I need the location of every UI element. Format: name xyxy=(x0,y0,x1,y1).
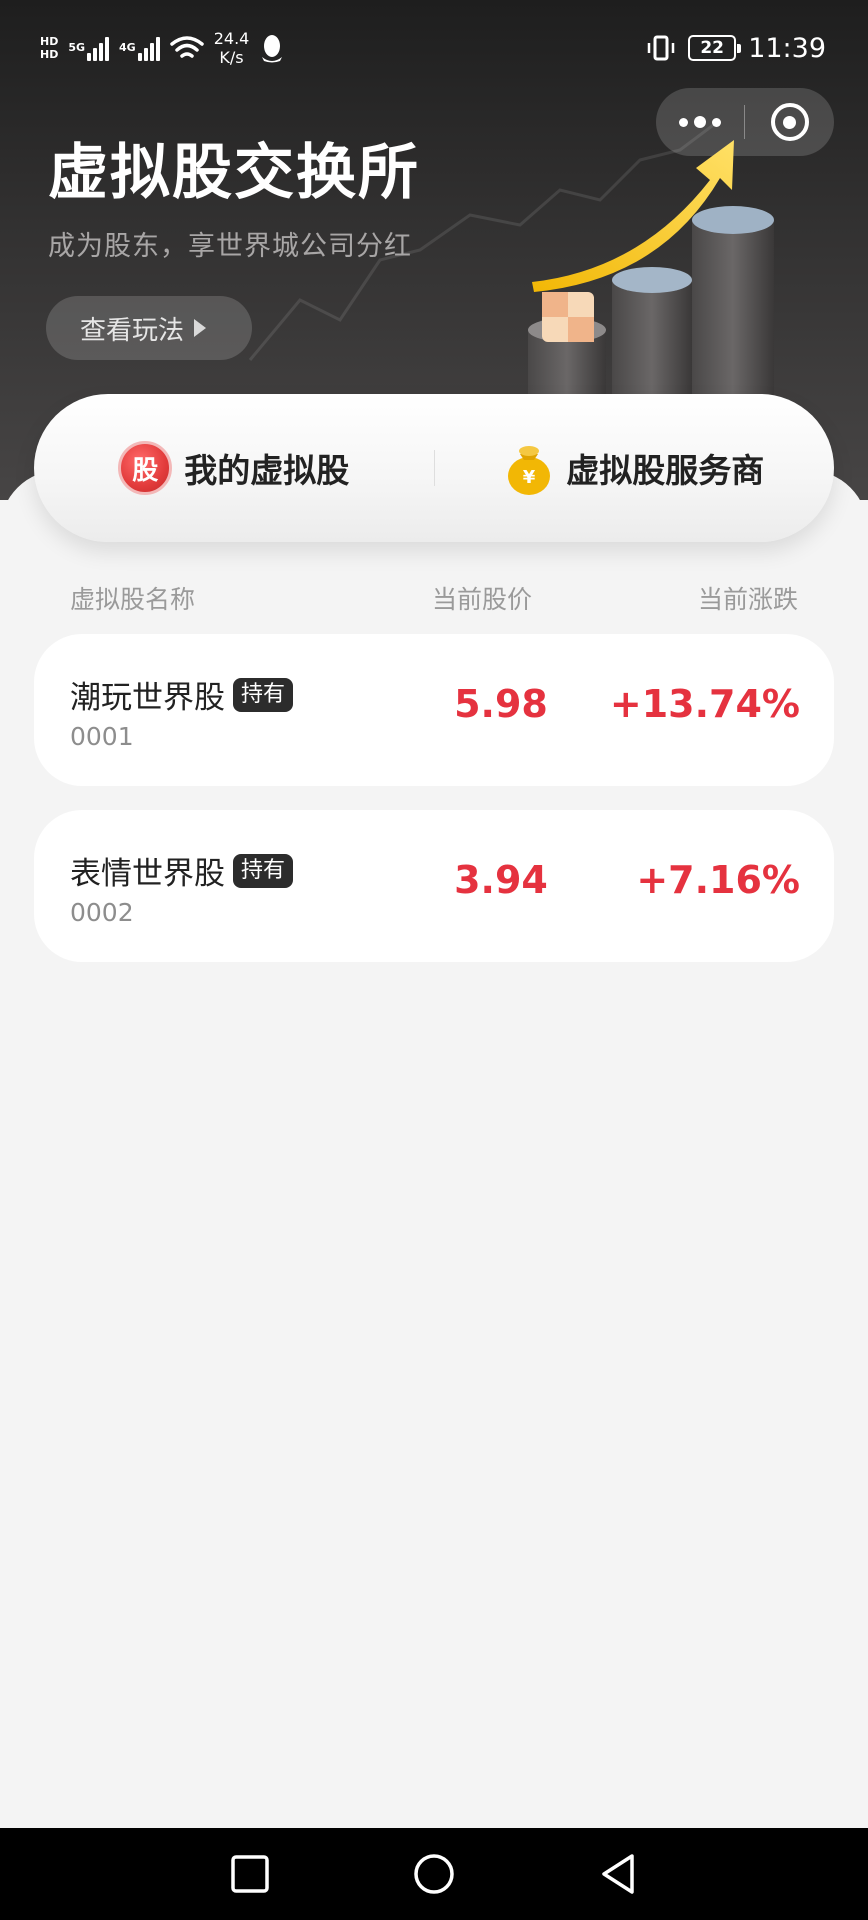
status-bar: HD HD 5G 4G 24.4 K/s 22 11:39 xyxy=(0,0,868,96)
recent-apps-icon[interactable] xyxy=(224,1848,276,1900)
tab-virtual-stock-providers[interactable]: ¥ 虚拟股服务商 xyxy=(435,394,835,542)
stock-row[interactable]: 表情世界股 持有 0002 3.94 +7.16% xyxy=(34,810,834,962)
view-rules-button[interactable]: 查看玩法 xyxy=(46,296,252,360)
column-header-name: 虚拟股名称 xyxy=(70,585,196,614)
stock-code: 0001 xyxy=(70,722,134,751)
svg-text:¥: ¥ xyxy=(523,467,536,488)
vibrate-icon xyxy=(647,35,675,61)
money-bag-icon: ¥ xyxy=(508,446,551,495)
network-speed: 24.4 K/s xyxy=(213,29,250,67)
column-header-price: 当前股价 xyxy=(432,585,533,614)
stock-code: 0002 xyxy=(70,898,134,927)
back-icon[interactable] xyxy=(592,1848,644,1900)
play-arrow-icon xyxy=(194,319,207,337)
signal-5g-icon: 5G xyxy=(68,35,110,61)
view-rules-label: 查看玩法 xyxy=(80,315,185,346)
tab-label: 虚拟股服务商 xyxy=(566,451,765,490)
page-subtitle: 成为股东，享世界城公司分红 xyxy=(48,231,412,262)
stock-price: 3.94 xyxy=(454,858,548,902)
holding-badge: 持有 xyxy=(233,677,294,712)
stock-name: 潮玩世界股 xyxy=(70,680,225,716)
qq-penguin-icon xyxy=(262,35,283,63)
table-header: 虚拟股名称 当前股价 当前涨跌 xyxy=(0,576,868,616)
clock: 11:39 xyxy=(748,32,826,64)
stock-price: 5.98 xyxy=(454,682,548,726)
stock-change: +7.16% xyxy=(636,858,800,902)
home-icon[interactable] xyxy=(408,1848,460,1900)
stock-name: 表情世界股 xyxy=(70,856,225,892)
wifi-icon xyxy=(169,36,204,58)
stock-row[interactable]: 潮玩世界股 持有 0001 5.98 +13.74% xyxy=(34,634,834,786)
column-header-change: 当前涨跌 xyxy=(697,585,798,614)
battery-icon: 22 xyxy=(688,35,742,61)
stock-change: +13.74% xyxy=(609,682,800,726)
holding-badge: 持有 xyxy=(233,853,294,888)
page-title: 虚拟股交换所 xyxy=(48,138,420,208)
tab-label: 我的虚拟股 xyxy=(184,451,350,490)
stock-badge-icon: 股 xyxy=(118,441,173,495)
tab-my-virtual-stocks[interactable]: 股 我的虚拟股 xyxy=(34,394,434,542)
hd-voice-indicator: HD HD xyxy=(40,35,59,61)
signal-4g-icon: 4G xyxy=(119,35,160,61)
system-navigation-bar xyxy=(0,1828,868,1920)
section-switcher: 股 我的虚拟股 ¥ 虚拟股服务商 xyxy=(34,394,834,542)
growth-chart-illustration xyxy=(528,140,774,410)
